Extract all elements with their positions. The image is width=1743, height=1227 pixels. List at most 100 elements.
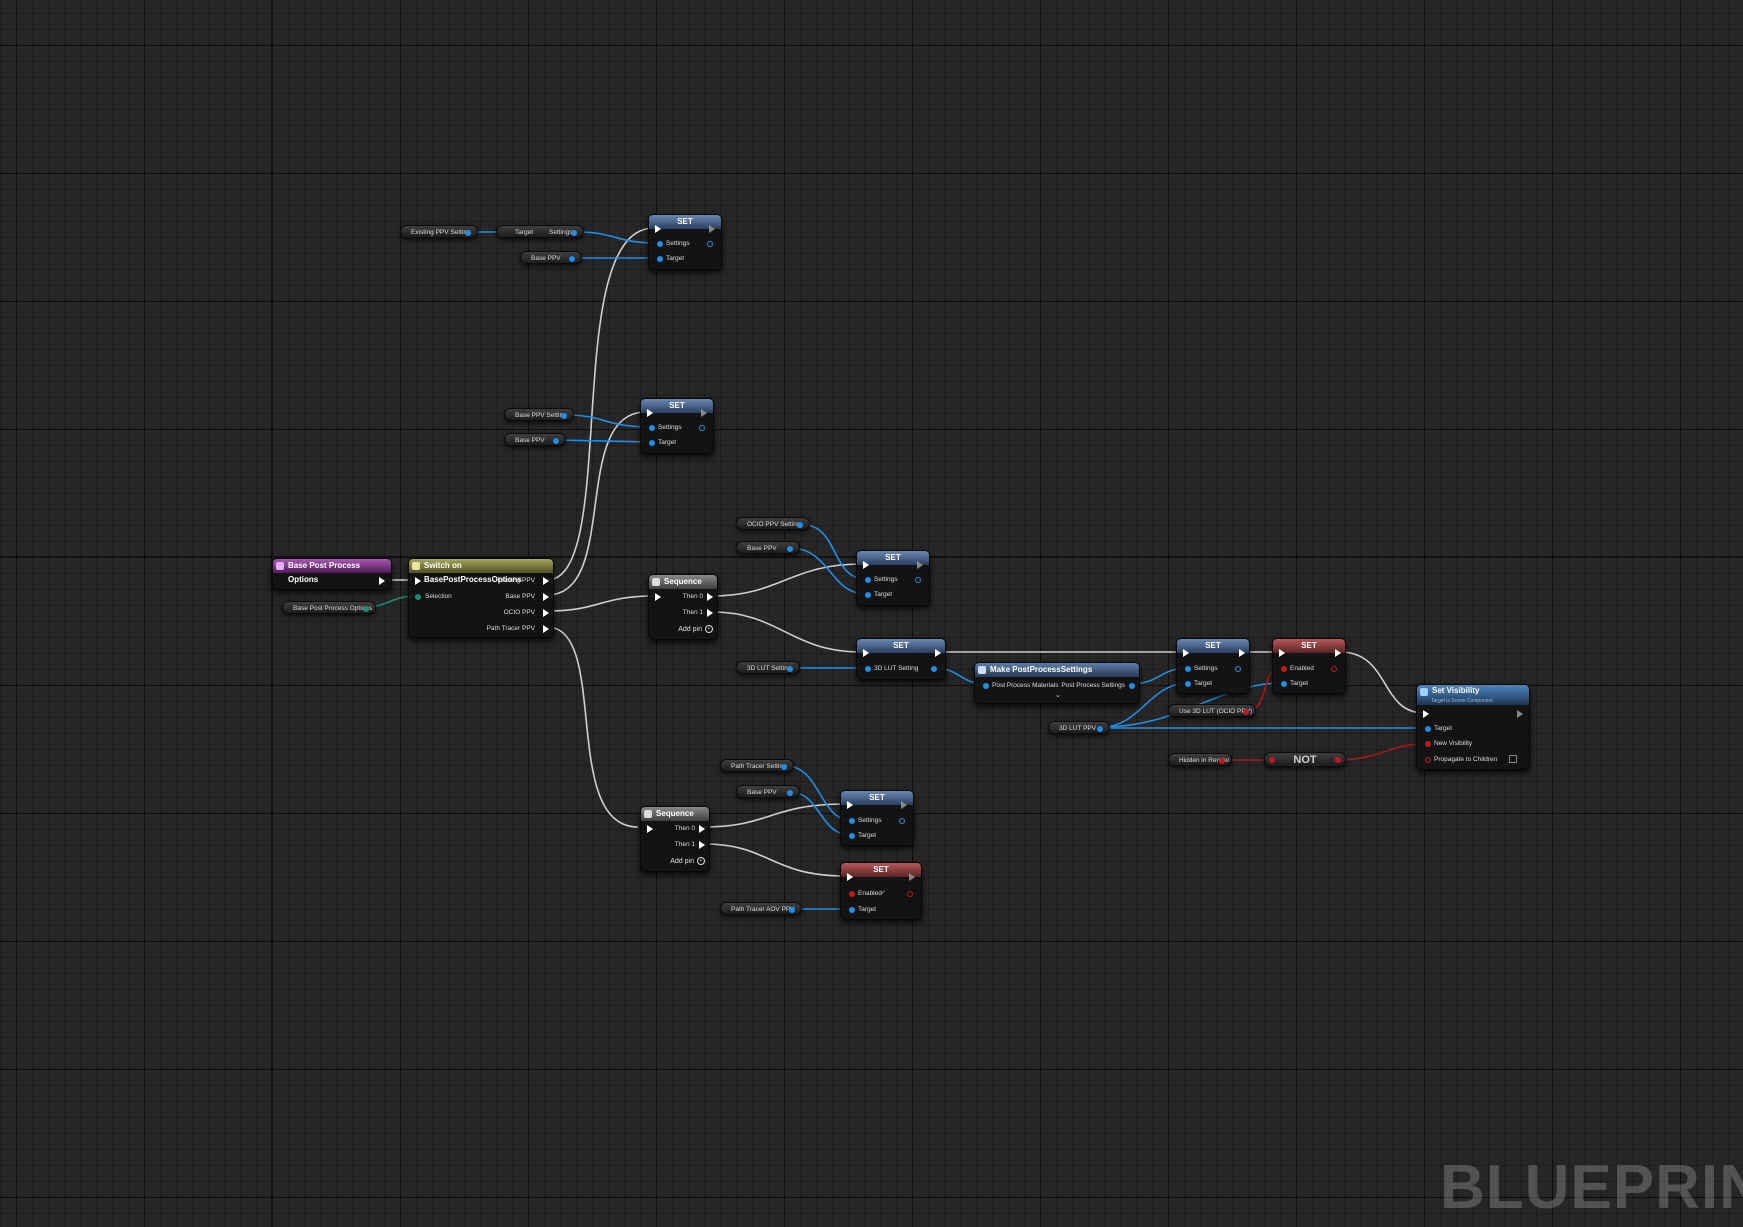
target-pin[interactable] <box>657 256 663 262</box>
object-pin-dot[interactable] <box>571 229 577 236</box>
post-process-materials-pin[interactable] <box>983 683 989 689</box>
not-output-pin[interactable] <box>1335 757 1341 763</box>
exec-in-pin[interactable] <box>847 873 853 881</box>
exec-in-pin[interactable] <box>847 801 853 809</box>
exec-in-pin[interactable] <box>1183 649 1189 657</box>
expand-chevron-icon[interactable]: ⌄ <box>1055 692 1061 700</box>
var-base-ppv-1[interactable]: Base PPV <box>520 251 582 264</box>
enabled-out-pin[interactable] <box>907 891 913 897</box>
target-pin[interactable] <box>1425 726 1431 732</box>
lut-setting-out-pin[interactable] <box>931 666 937 672</box>
object-pin-dot[interactable] <box>787 665 793 672</box>
exec-in-pin[interactable] <box>1279 649 1285 657</box>
add-pin-button[interactable]: Add pin + <box>670 857 705 865</box>
target-pin[interactable] <box>1185 681 1191 687</box>
enum-pin-dot[interactable] <box>363 605 369 612</box>
var-3d-lut-ppv[interactable]: 3D LUT PPV <box>1048 721 1110 734</box>
exec-out-pin[interactable] <box>699 841 705 849</box>
var-3d-lut-setting[interactable]: 3D LUT Setting <box>736 661 800 674</box>
exec-out-pin[interactable] <box>709 225 715 233</box>
post-process-settings-pin[interactable] <box>1129 683 1135 689</box>
target-pin[interactable] <box>865 592 871 598</box>
sequence-node-path-tracer[interactable]: Sequence Then 0 Then 1 Add pin + <box>640 806 710 872</box>
object-pin-dot[interactable] <box>553 437 559 444</box>
exec-out-pin[interactable] <box>917 561 923 569</box>
new-visibility-pin[interactable] <box>1425 741 1431 747</box>
exec-in-pin[interactable] <box>863 561 869 569</box>
exec-in-pin[interactable] <box>655 593 661 601</box>
settings-out-pin[interactable] <box>899 818 905 824</box>
settings-pin[interactable] <box>865 577 871 583</box>
exec-out-pin[interactable] <box>707 609 713 617</box>
target-pin[interactable] <box>1281 681 1287 687</box>
settings-out-pin[interactable] <box>707 241 713 247</box>
exec-out-pin[interactable] <box>707 593 713 601</box>
object-pin-dot[interactable] <box>1097 725 1103 732</box>
make-post-process-settings[interactable]: Make PostProcessSettings Post Process Ma… <box>974 662 1140 704</box>
object-pin-dot[interactable] <box>465 229 471 236</box>
exec-out-pin[interactable] <box>543 625 549 633</box>
exec-out-pin[interactable] <box>701 409 707 417</box>
var-base-ppv-2[interactable]: Base PPV <box>504 433 566 446</box>
var-base-ppv-setting[interactable]: Base PPV Setting <box>504 408 574 421</box>
exec-out-pin[interactable] <box>543 577 549 585</box>
var-ocio-ppv-setting[interactable]: OCIO PPV Setting <box>736 517 810 530</box>
exec-in-pin[interactable] <box>1423 710 1429 718</box>
var-use-3d-lut[interactable]: Use 3D LUT (OCIO PPV) <box>1168 704 1256 717</box>
target-pin[interactable] <box>649 440 655 446</box>
object-pin-dot[interactable] <box>787 789 793 796</box>
exec-out-pin[interactable] <box>543 593 549 601</box>
bool-pin-dot[interactable] <box>1243 708 1249 715</box>
blueprint-graph-canvas[interactable]: Base Post Process Options Base Post Proc… <box>0 0 1743 1227</box>
enabled-pin[interactable] <box>1281 666 1287 672</box>
sequence-node-ocio[interactable]: Sequence Then 0 Then 1 Add pin + <box>648 574 718 640</box>
exec-in-pin[interactable] <box>647 409 653 417</box>
object-pin-dot[interactable] <box>797 521 803 528</box>
var-base-post-process-options[interactable]: Base Post Process Options <box>282 601 376 614</box>
set-node-enabled[interactable]: SET Enabled Target <box>1272 638 1346 694</box>
var-base-ppv-4[interactable]: Base PPV <box>736 785 800 798</box>
exec-out-pin[interactable] <box>1517 710 1523 718</box>
set-node-ocio-settings[interactable]: SET Settings Target <box>856 550 930 606</box>
object-pin-dot[interactable] <box>781 763 787 770</box>
exec-out-pin[interactable] <box>543 609 549 617</box>
propagate-checkbox[interactable] <box>1509 755 1517 763</box>
event-base-post-process-options[interactable]: Base Post Process Options <box>272 558 392 590</box>
object-pin-dot[interactable] <box>789 906 795 913</box>
add-pin-button[interactable]: Add pin + <box>678 625 713 633</box>
exec-out-pin[interactable] <box>699 825 705 833</box>
exec-in-pin[interactable] <box>647 825 653 833</box>
exec-in-pin[interactable] <box>415 577 421 585</box>
var-base-ppv-3[interactable]: Base PPV <box>736 541 800 554</box>
break-target-settings[interactable]: Target Settings <box>496 225 584 238</box>
exec-out-pin[interactable] <box>1239 649 1245 657</box>
exec-out-pin[interactable] <box>909 873 915 881</box>
settings-out-pin[interactable] <box>915 577 921 583</box>
settings-out-pin[interactable] <box>699 425 705 431</box>
var-path-tracer-aov-ppv[interactable]: Path Tracer AOV PPV <box>720 902 802 915</box>
exec-out-pin[interactable] <box>1335 649 1341 657</box>
set-node-path-tracer-enabled[interactable]: SET Enabled ✓ Target <box>840 862 922 920</box>
exec-in-pin[interactable] <box>863 649 869 657</box>
var-existing-ppv-setting[interactable]: Existing PPV Setting <box>400 225 478 238</box>
propagate-pin[interactable] <box>1425 757 1431 763</box>
not-node[interactable]: NOT <box>1264 752 1346 767</box>
object-pin-dot[interactable] <box>569 255 575 262</box>
enabled-checkbox[interactable]: ✓ <box>881 889 886 896</box>
bool-pin-dot[interactable] <box>1219 757 1225 764</box>
set-node-path-tracer-settings[interactable]: SET Settings Target <box>840 790 914 846</box>
lut-setting-pin[interactable] <box>865 666 871 672</box>
exec-out-pin[interactable] <box>935 649 941 657</box>
enabled-out-pin[interactable] <box>1331 666 1337 672</box>
set-node-existing-settings[interactable]: SET Settings Target <box>648 214 722 270</box>
target-pin[interactable] <box>849 907 855 913</box>
target-pin[interactable] <box>849 833 855 839</box>
settings-pin[interactable] <box>849 818 855 824</box>
selection-pin[interactable] <box>415 594 421 600</box>
object-pin-dot[interactable] <box>787 545 793 552</box>
settings-pin[interactable] <box>1185 666 1191 672</box>
switch-on-base-post-process-options[interactable]: Switch on BasePostProcessOptions Selecti… <box>408 558 554 638</box>
var-hidden-in-render[interactable]: Hidden in Render <box>1168 753 1232 766</box>
object-pin-dot[interactable] <box>561 412 567 419</box>
settings-pin[interactable] <box>649 425 655 431</box>
